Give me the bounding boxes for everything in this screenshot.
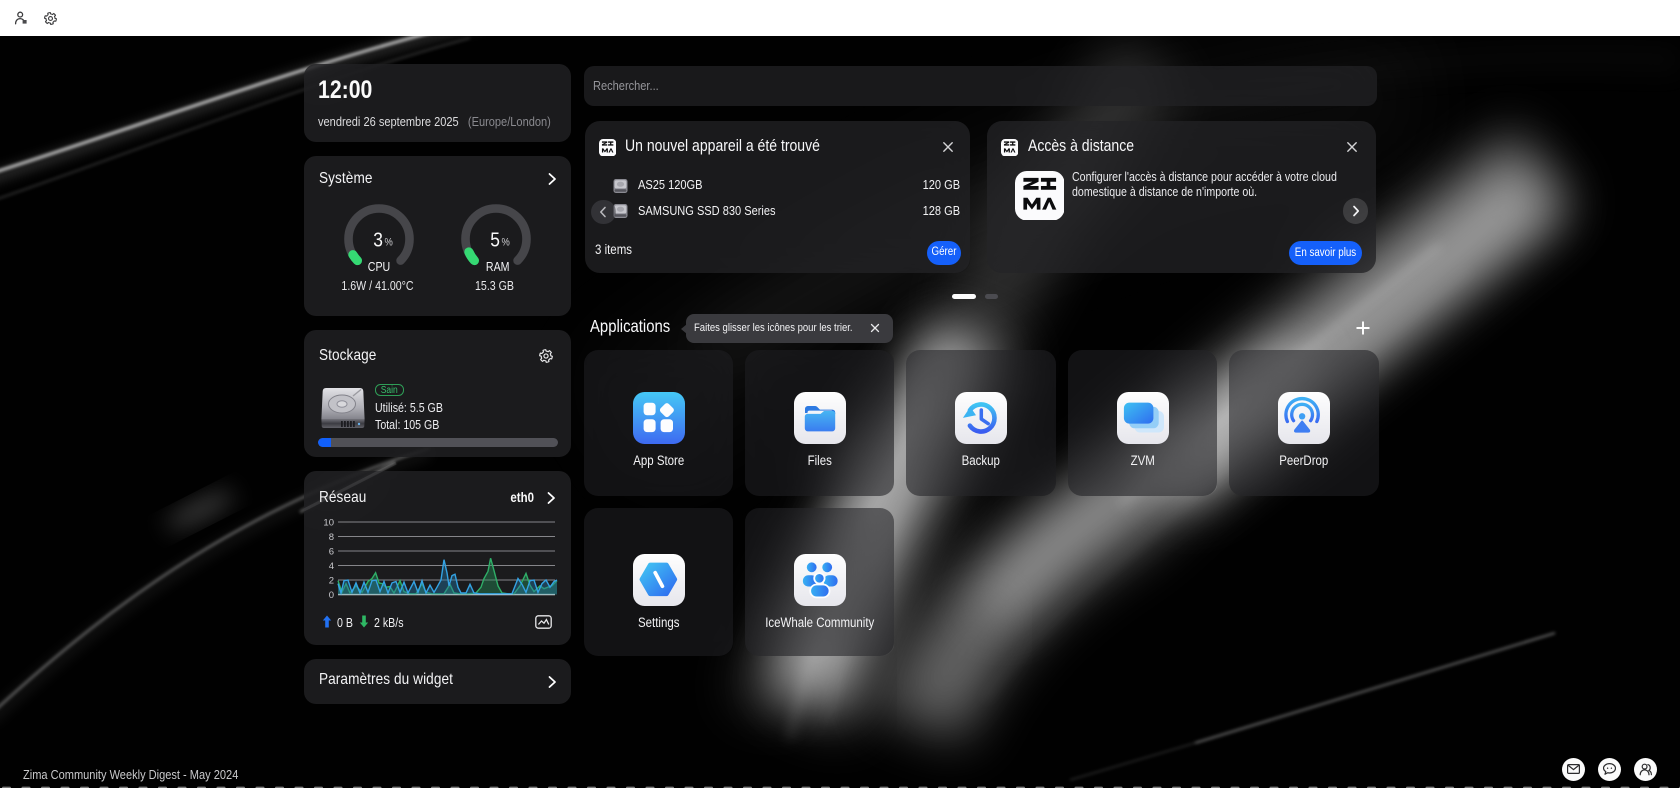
svg-text:CPU: CPU [368,260,390,274]
svg-text:6: 6 [329,547,334,558]
svg-text:5: 5 [490,229,500,252]
svg-text:0: 0 [329,590,334,601]
svg-text:%: % [385,237,393,249]
svg-text:3: 3 [373,229,383,252]
svg-text:2: 2 [329,576,334,587]
svg-text:%: % [502,237,510,249]
svg-text:10: 10 [323,518,334,529]
svg-text:4: 4 [329,561,334,572]
svg-text:8: 8 [329,532,334,543]
svg-text:RAM: RAM [486,260,510,274]
